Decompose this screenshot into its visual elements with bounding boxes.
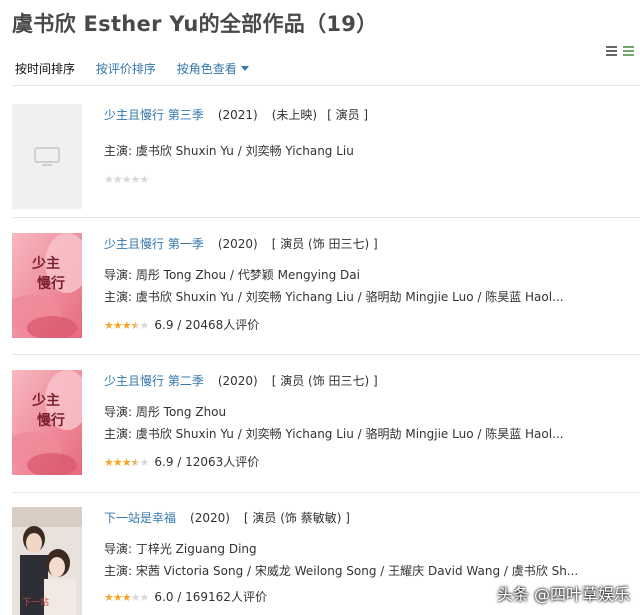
- view-toggle: [606, 46, 634, 56]
- work-info: 少主且慢行 第三季 (2021) (未上映) [ 演员 ] 主演: 虞书欣 Shuxi…: [104, 104, 640, 190]
- star-icon: ★: [121, 319, 132, 332]
- svg-text:少主: 少主: [31, 255, 60, 272]
- work-director: 导演: 丁梓光 Ziguang Ding: [104, 542, 257, 556]
- work-role: [ 演员 (饰 田三七) ]: [271, 237, 378, 251]
- empty-star-icon: ★: [139, 319, 150, 332]
- empty-star-icon: ★: [139, 173, 150, 186]
- image-placeholder-icon: [34, 146, 60, 166]
- empty-star-icon: ★: [112, 173, 123, 186]
- poster[interactable]: 少主 慢行: [12, 370, 82, 475]
- poster-image: 少主 慢行: [12, 233, 82, 338]
- work-title[interactable]: 少主且慢行 第一季: [104, 237, 204, 251]
- sort-bar: 按时间排序 按评价排序 按角色查看: [15, 60, 283, 77]
- work-year: (2020): [217, 237, 258, 251]
- rating-stars: ★★★★★: [104, 587, 150, 608]
- work-info: 少主且慢行 第二季 (2020) [ 演员 (饰 田三七) ] 导演: 周彤 Ton…: [104, 370, 640, 473]
- empty-star-icon: ★: [139, 456, 150, 469]
- star-icon: ★: [104, 591, 114, 604]
- sort-by-time[interactable]: 按时间排序: [15, 60, 75, 77]
- work-director: 导演: 周彤 Tong Zhou / 代梦颖 Mengying Dai: [104, 268, 360, 282]
- work-title[interactable]: 少主且慢行 第二季: [104, 374, 204, 388]
- svg-text:慢行: 慢行: [37, 412, 65, 429]
- empty-star-icon: ★: [104, 173, 114, 186]
- svg-text:下一站: 下一站: [22, 596, 49, 608]
- rating-row: ★★★★★: [104, 168, 640, 190]
- poster[interactable]: 下一站: [12, 507, 82, 615]
- work-cast: 主演: 宋茜 Victoria Song / 宋威龙 Weilong Song …: [104, 564, 579, 578]
- poster[interactable]: 少主 慢行: [12, 233, 82, 338]
- work-title[interactable]: 下一站是幸福: [104, 511, 176, 525]
- title-line: 少主且慢行 第三季 (2021) (未上映) [ 演员 ]: [104, 104, 640, 126]
- divider: [12, 85, 640, 86]
- rating-text: 6.0 / 169162人评价: [154, 590, 267, 604]
- star-icon: ★: [104, 456, 114, 469]
- title-line: 少主且慢行 第一季 (2020) [ 演员 (饰 田三七) ]: [104, 233, 640, 255]
- work-year: (2021): [217, 108, 258, 122]
- work-status: (未上映): [271, 108, 318, 122]
- divider: [12, 492, 640, 493]
- rating-stars: ★★★★★: [104, 452, 150, 473]
- sort-by-role-label: 按角色查看: [176, 62, 237, 76]
- star-icon: ★: [104, 319, 114, 332]
- star-icon: ★: [112, 319, 123, 332]
- empty-star-icon: ★: [130, 173, 141, 186]
- work-role: [ 演员 ]: [327, 108, 369, 122]
- star-icon: ★: [112, 456, 123, 469]
- empty-star-icon: ★: [121, 173, 132, 186]
- svg-text:少主: 少主: [31, 392, 60, 409]
- work-cast: 主演: 虞书欣 Shuxin Yu / 刘奕畅 Yichang Liu: [104, 144, 354, 158]
- half-star-icon: ★: [130, 456, 141, 469]
- poster-image: 下一站: [12, 507, 82, 615]
- empty-star-icon: ★: [130, 591, 141, 604]
- empty-star-icon: ★: [139, 591, 150, 604]
- poster-placeholder[interactable]: [12, 104, 82, 209]
- sort-by-role[interactable]: 按角色查看: [177, 60, 266, 77]
- divider: [12, 354, 640, 355]
- list-view-icon[interactable]: [606, 46, 617, 56]
- work-year: (2020): [217, 374, 258, 388]
- work-title[interactable]: 少主且慢行 第三季: [104, 108, 204, 122]
- grid-view-icon[interactable]: [623, 46, 634, 56]
- chevron-down-icon: [240, 66, 249, 71]
- rating-text: 6.9 / 20468人评价: [154, 318, 260, 332]
- watermark: 头条 @四叶草娱乐: [496, 585, 630, 604]
- work-year: (2020): [190, 511, 230, 525]
- work-info: 少主且慢行 第一季 (2020) [ 演员 (饰 田三七) ] 导演: 周彤 Ton…: [104, 233, 640, 336]
- work-director: 导演: 周彤 Tong Zhou: [104, 405, 227, 419]
- star-icon: ★: [121, 591, 132, 604]
- rating-stars: ★★★★★: [104, 315, 150, 336]
- title-line: 下一站是幸福 (2020) [ 演员 (饰 蔡敏敏) ]: [104, 507, 640, 529]
- rating-row: ★★★★★ 6.9 / 12063人评价: [104, 451, 640, 473]
- star-icon: ★: [121, 456, 132, 469]
- title-line: 少主且慢行 第二季 (2020) [ 演员 (饰 田三七) ]: [104, 370, 640, 392]
- rating-text: 6.9 / 12063人评价: [154, 455, 260, 469]
- rating-stars: ★★★★★: [104, 169, 150, 190]
- work-role: [ 演员 (饰 蔡敏敏) ]: [243, 511, 350, 525]
- work-cast: 主演: 虞书欣 Shuxin Yu / 刘奕畅 Yichang Liu / 骆明…: [104, 290, 564, 304]
- half-star-icon: ★: [130, 319, 141, 332]
- poster-image: 少主 慢行: [12, 370, 82, 475]
- star-icon: ★: [112, 591, 123, 604]
- sort-by-rating[interactable]: 按评价排序: [96, 60, 156, 77]
- rating-row: ★★★★★ 6.9 / 20468人评价: [104, 314, 640, 336]
- svg-text:慢行: 慢行: [37, 275, 65, 292]
- divider: [12, 217, 640, 218]
- work-cast: 主演: 虞书欣 Shuxin Yu / 刘奕畅 Yichang Liu / 骆明…: [104, 427, 564, 441]
- work-role: [ 演员 (饰 田三七) ]: [271, 374, 378, 388]
- page-title: 虞书欣 Esther Yu的全部作品（19）: [12, 12, 378, 36]
